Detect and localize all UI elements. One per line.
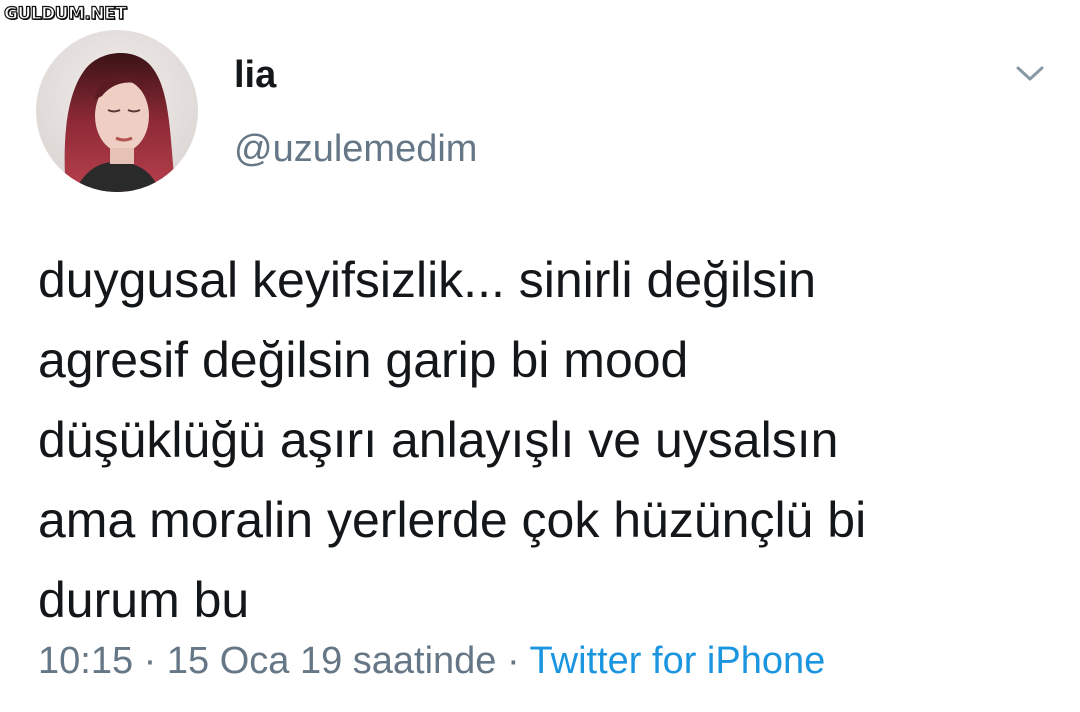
watermark-logo: GULDUM.NET	[3, 3, 127, 24]
tweet-text: duygusal keyifsizlik... sinirli değilsin…	[38, 252, 867, 628]
meta-separator: ·	[507, 640, 520, 682]
tweet-source-link[interactable]: Twitter for iPhone	[530, 640, 826, 682]
tweet-date[interactable]: 15 Oca 19 saatinde	[167, 640, 497, 682]
tweet-time[interactable]: 10:15	[38, 640, 133, 682]
tweet-metadata: 10:15 · 15 Oca 19 saatinde · Twitter for…	[38, 640, 825, 683]
avatar[interactable]	[36, 30, 198, 192]
profile-photo	[36, 30, 198, 192]
chevron-down-icon[interactable]	[1012, 62, 1048, 86]
display-name[interactable]: lia	[234, 54, 276, 97]
meta-separator: ·	[143, 640, 157, 682]
user-handle[interactable]: @uzulemedim	[234, 128, 477, 171]
